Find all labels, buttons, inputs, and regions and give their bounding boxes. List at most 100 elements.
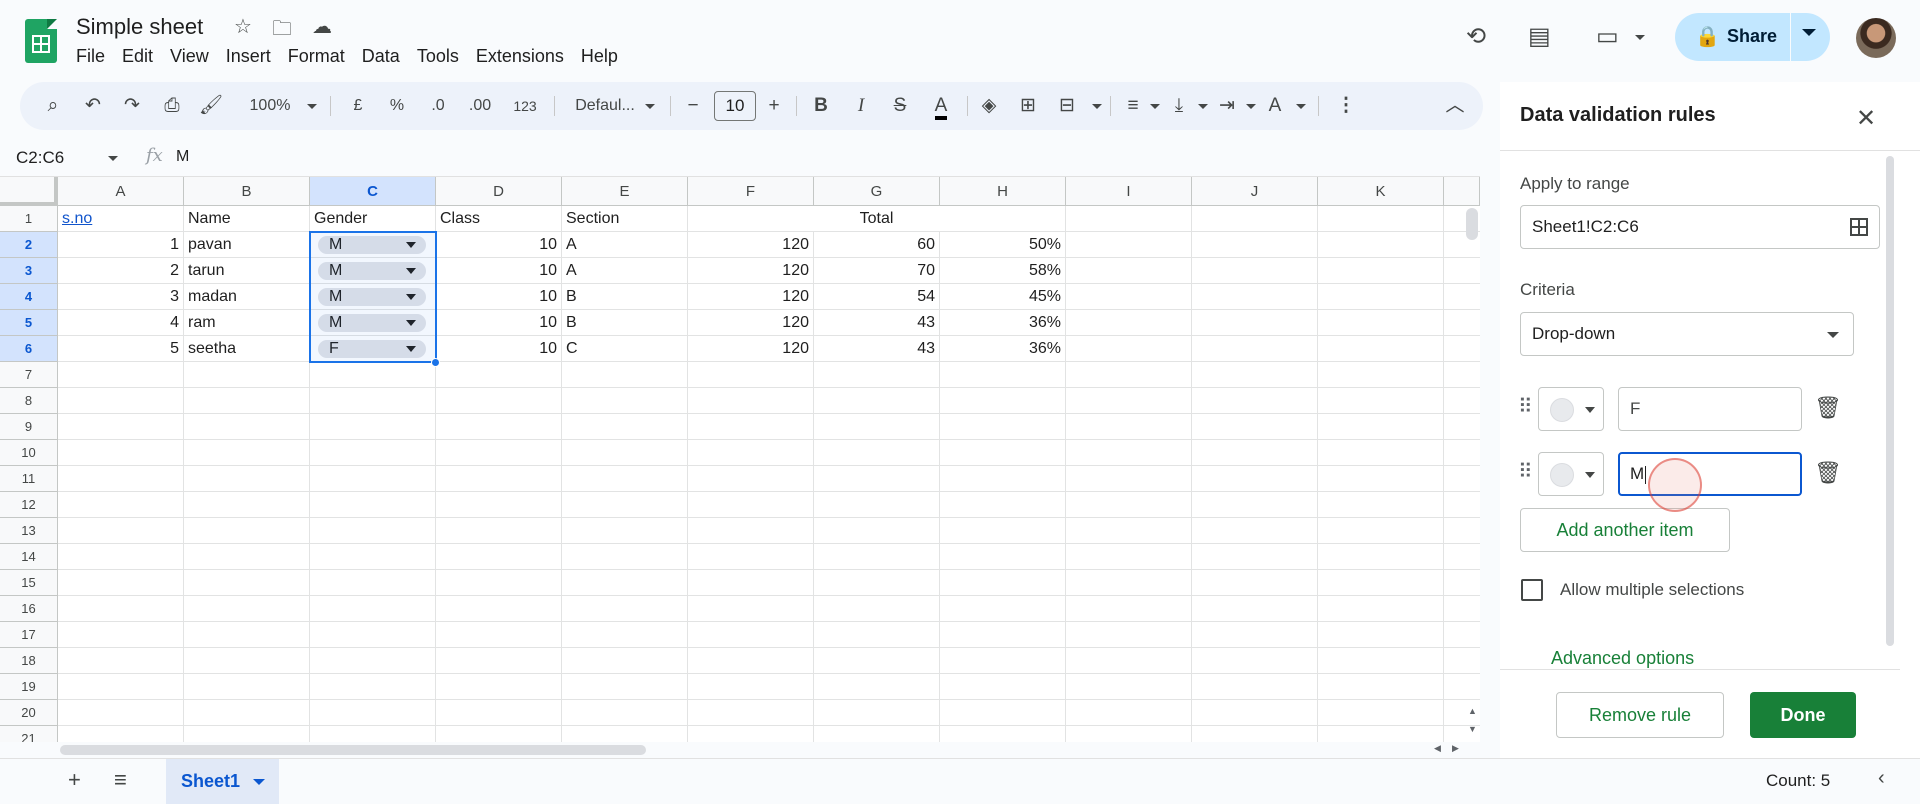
scroll-left-icon[interactable]: ◀ bbox=[1434, 743, 1441, 754]
sheet-tab-caret-icon[interactable] bbox=[253, 779, 265, 785]
italic-icon[interactable]: I bbox=[848, 82, 874, 130]
allow-multiple-checkbox[interactable] bbox=[1521, 579, 1543, 601]
menu-insert[interactable]: Insert bbox=[226, 46, 280, 67]
drag-handle-icon[interactable]: ⠿ bbox=[1518, 459, 1533, 484]
cell-e6[interactable]: C bbox=[562, 336, 688, 362]
column-header-f[interactable]: F bbox=[688, 177, 814, 206]
select-range-icon[interactable] bbox=[1850, 218, 1868, 236]
menu-tools[interactable]: Tools bbox=[417, 46, 468, 67]
avatar[interactable] bbox=[1856, 18, 1896, 58]
drag-handle-icon[interactable]: ⠿ bbox=[1518, 394, 1533, 419]
criteria-select[interactable]: Drop-down bbox=[1520, 312, 1854, 356]
merge-caret-icon[interactable] bbox=[1092, 104, 1102, 109]
cell-a6[interactable]: 5 bbox=[58, 336, 184, 362]
currency-format-button[interactable]: £ bbox=[345, 82, 371, 130]
strikethrough-icon[interactable]: S bbox=[887, 82, 913, 130]
redo-icon[interactable]: ↷ bbox=[119, 82, 145, 130]
cell-d3[interactable]: 10 bbox=[436, 258, 562, 284]
move-folder-icon[interactable]: 🗀 bbox=[272, 14, 292, 48]
cell-c1[interactable]: Gender bbox=[310, 206, 436, 232]
cell-f2[interactable]: 120 bbox=[688, 232, 814, 258]
cell-d4[interactable]: 10 bbox=[436, 284, 562, 310]
row-header-10[interactable]: 10 bbox=[0, 440, 58, 466]
delete-item-icon[interactable]: 🗑 bbox=[1814, 395, 1842, 421]
cell-a3[interactable]: 2 bbox=[58, 258, 184, 284]
row-header-4[interactable]: 4 bbox=[0, 284, 58, 310]
delete-item-icon[interactable]: 🗑 bbox=[1814, 460, 1842, 486]
column-header-j[interactable]: J bbox=[1192, 177, 1318, 206]
increase-decimal-button[interactable]: .00 bbox=[462, 82, 498, 130]
row-header-18[interactable]: 18 bbox=[0, 648, 58, 674]
cell-a2[interactable]: 1 bbox=[58, 232, 184, 258]
cell-h3[interactable]: 58% bbox=[940, 258, 1066, 284]
meet-icon[interactable]: ▭ bbox=[1596, 22, 1619, 51]
more-formats-button[interactable]: 123 bbox=[505, 82, 545, 130]
remove-rule-button[interactable]: Remove rule bbox=[1556, 692, 1724, 738]
search-menus-icon[interactable]: ⌕ bbox=[40, 82, 66, 130]
zoom-select[interactable]: 100% bbox=[240, 82, 300, 130]
row-header-12[interactable]: 12 bbox=[0, 492, 58, 518]
done-button[interactable]: Done bbox=[1750, 692, 1856, 738]
cell-f5[interactable]: 120 bbox=[688, 310, 814, 336]
rotation-caret-icon[interactable] bbox=[1296, 104, 1306, 109]
row-header-17[interactable]: 17 bbox=[0, 622, 58, 648]
sheets-logo-icon[interactable] bbox=[25, 19, 57, 63]
item-input-2[interactable]: M bbox=[1618, 452, 1802, 496]
scroll-up-icon[interactable]: ▲ bbox=[1468, 706, 1477, 716]
item-color-picker[interactable] bbox=[1538, 387, 1604, 431]
column-header-c[interactable]: C bbox=[310, 177, 436, 206]
cell-h5[interactable]: 36% bbox=[940, 310, 1066, 336]
close-icon[interactable]: ✕ bbox=[1856, 104, 1876, 133]
all-sheets-icon[interactable]: ≡ bbox=[114, 767, 127, 793]
column-header-b[interactable]: B bbox=[184, 177, 310, 206]
cell-e3[interactable]: A bbox=[562, 258, 688, 284]
row-header-19[interactable]: 19 bbox=[0, 674, 58, 700]
halign-caret-icon[interactable] bbox=[1150, 104, 1160, 109]
item-input-1[interactable]: F bbox=[1618, 387, 1802, 431]
font-select[interactable]: Defaul... bbox=[560, 82, 650, 130]
cell-f1-merged[interactable]: Total bbox=[688, 206, 1066, 232]
meet-caret-icon[interactable] bbox=[1635, 35, 1645, 40]
bold-icon[interactable]: B bbox=[808, 82, 834, 130]
cell-g6[interactable]: 43 bbox=[814, 336, 940, 362]
undo-icon[interactable]: ↶ bbox=[80, 82, 106, 130]
cell-b2[interactable]: pavan bbox=[184, 232, 310, 258]
text-rotation-icon[interactable]: A bbox=[1262, 82, 1288, 130]
row-header-16[interactable]: 16 bbox=[0, 596, 58, 622]
menu-edit[interactable]: Edit bbox=[122, 46, 162, 67]
decrease-font-size-icon[interactable]: − bbox=[683, 82, 703, 130]
document-title[interactable]: Simple sheet bbox=[76, 14, 203, 40]
row-header-8[interactable]: 8 bbox=[0, 388, 58, 414]
menu-data[interactable]: Data bbox=[362, 46, 409, 67]
cell-a1[interactable]: s.no bbox=[58, 206, 184, 232]
cell-d1[interactable]: Class bbox=[436, 206, 562, 232]
column-header-overflow[interactable] bbox=[1444, 177, 1480, 206]
share-button[interactable]: 🔒 Share bbox=[1675, 13, 1830, 61]
cell-e1[interactable]: Section bbox=[562, 206, 688, 232]
add-another-item-button[interactable]: Add another item bbox=[1520, 508, 1730, 552]
select-all-corner[interactable] bbox=[0, 177, 58, 206]
cell-h4[interactable]: 45% bbox=[940, 284, 1066, 310]
cell-f6[interactable]: 120 bbox=[688, 336, 814, 362]
column-header-d[interactable]: D bbox=[436, 177, 562, 206]
panel-scrollbar[interactable] bbox=[1886, 156, 1894, 646]
column-header-g[interactable]: G bbox=[814, 177, 940, 206]
menu-format[interactable]: Format bbox=[288, 46, 354, 67]
row-header-9[interactable]: 9 bbox=[0, 414, 58, 440]
share-options-caret-icon[interactable] bbox=[1802, 29, 1816, 36]
fill-color-icon[interactable]: ◈ bbox=[976, 82, 1002, 130]
zoom-caret-icon[interactable] bbox=[307, 104, 317, 109]
cell-e2[interactable]: A bbox=[562, 232, 688, 258]
add-sheet-icon[interactable]: + bbox=[68, 767, 81, 793]
row-header-21[interactable]: 21 bbox=[0, 726, 58, 742]
vertical-align-icon[interactable]: ⤓ bbox=[1166, 82, 1192, 130]
cell-d5[interactable]: 10 bbox=[436, 310, 562, 336]
row-header-11[interactable]: 11 bbox=[0, 466, 58, 492]
column-header-e[interactable]: E bbox=[562, 177, 688, 206]
collapse-menus-icon[interactable]: ︿ bbox=[1442, 82, 1468, 130]
cell-a4[interactable]: 3 bbox=[58, 284, 184, 310]
column-header-a[interactable]: A bbox=[58, 177, 184, 206]
percent-format-button[interactable]: % bbox=[384, 82, 410, 130]
print-icon[interactable]: ⎙ bbox=[159, 82, 185, 130]
cloud-status-icon[interactable]: ☁ bbox=[312, 14, 332, 39]
